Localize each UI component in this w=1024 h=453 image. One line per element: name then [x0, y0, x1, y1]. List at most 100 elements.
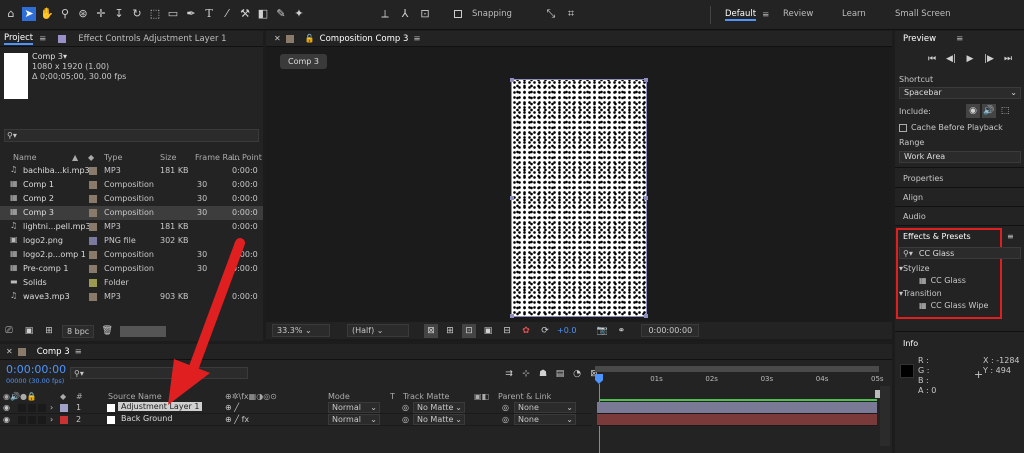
workspace-review[interactable]: Review: [783, 9, 813, 19]
hand-tool-icon[interactable]: ✋: [40, 7, 54, 21]
matte-link-icon[interactable]: ◎: [402, 415, 409, 424]
shy-layers-icon[interactable]: ☗: [536, 367, 550, 381]
label-column-icon[interactable]: ◆: [88, 153, 94, 162]
project-tab-menu[interactable]: ≡: [39, 34, 46, 44]
transparency-grid-icon[interactable]: ⊞: [443, 324, 457, 338]
handle-ml[interactable]: [510, 196, 514, 200]
selection-tool-icon[interactable]: ➤: [22, 7, 36, 21]
project-item[interactable]: ♫ bachiba...ki.mp3 MP3 181 KB 0:00:0: [0, 164, 263, 178]
project-tab[interactable]: Project: [4, 33, 34, 45]
fit-icon[interactable]: ⊠: [424, 323, 438, 338]
previous-frame-icon[interactable]: ◀|: [944, 52, 958, 66]
handle-tl[interactable]: [510, 78, 514, 82]
timeline-tab[interactable]: Comp 3: [37, 347, 70, 357]
project-item-label[interactable]: [89, 251, 97, 259]
close-tab-icon[interactable]: ✕: [274, 34, 281, 43]
draft-3d-icon[interactable]: ⊹: [519, 367, 533, 381]
effects-group-stylize[interactable]: ▾Stylize: [899, 264, 930, 273]
project-item-label[interactable]: [89, 209, 97, 217]
sort-icon[interactable]: ▲: [72, 153, 78, 162]
matte-link-icon[interactable]: ◎: [402, 403, 409, 412]
next-frame-icon[interactable]: |▶: [982, 52, 996, 66]
last-frame-icon[interactable]: ⏭: [1001, 52, 1015, 66]
col-source-name[interactable]: Source Name: [108, 392, 162, 401]
properties-panel-tab[interactable]: Properties: [903, 174, 943, 183]
effects-group-transition[interactable]: ▾Transition: [899, 289, 942, 298]
layer-row[interactable]: ◉ › 1 Adjustment Layer 1 ⊕ ╱ Normal ⌄ ◎ No Matt…: [0, 402, 592, 414]
eraser-tool-icon[interactable]: ◧: [256, 7, 270, 21]
project-item-label[interactable]: [89, 293, 97, 301]
effects-menu[interactable]: ≡: [1007, 232, 1014, 241]
interpret-footage-icon[interactable]: ⎚: [2, 324, 16, 338]
effect-cc-glass[interactable]: ▦ CC Glass: [919, 276, 966, 285]
include-video-icon[interactable]: ◉: [966, 104, 980, 118]
workspace-default[interactable]: Default: [725, 9, 757, 21]
snap-feature-icon[interactable]: ⌗: [564, 7, 578, 21]
parent-pickwhip-icon[interactable]: ◎: [502, 403, 509, 412]
handle-tr[interactable]: [644, 78, 648, 82]
project-item-label[interactable]: [89, 195, 97, 203]
timeline-timecode[interactable]: 0:00:00:00: [6, 363, 66, 376]
time-ruler[interactable]: 0s01s02s03s04s05s: [595, 362, 884, 398]
range-dropdown[interactable]: Work Area: [899, 151, 1021, 163]
bpc-button[interactable]: 8 bpc: [62, 324, 95, 338]
project-item[interactable]: ▦ Comp 3 Composition 30 0:00:0: [0, 206, 263, 220]
switch-box[interactable]: [28, 416, 36, 424]
effects-search-input[interactable]: ⚲▾ CC Glass: [899, 247, 1021, 259]
project-item-label[interactable]: [89, 167, 97, 175]
visibility-icon[interactable]: ◉: [3, 415, 10, 424]
cache-checkbox[interactable]: [899, 123, 907, 132]
switch-box[interactable]: [38, 416, 46, 424]
layer-switches[interactable]: ⊕ ╱ fx: [225, 415, 249, 424]
brush-tool-icon[interactable]: ⁄: [220, 7, 234, 21]
lock-icon[interactable]: 🔓: [305, 34, 315, 43]
pan-camera-icon[interactable]: ✛: [94, 7, 108, 21]
snap-option-icon[interactable]: ⤡: [544, 7, 558, 21]
play-icon[interactable]: ▶: [963, 52, 977, 66]
handle-mr[interactable]: [644, 196, 648, 200]
workspace-small-screen[interactable]: Small Screen: [895, 9, 951, 19]
project-search-input[interactable]: ⚲▾: [4, 129, 259, 142]
track-matte-dropdown[interactable]: No Matte ⌄: [413, 414, 465, 425]
motion-blur-icon[interactable]: ◔: [570, 367, 584, 381]
timeline-scrollbar[interactable]: [880, 386, 890, 446]
color-channels-icon[interactable]: ✿: [519, 324, 533, 338]
snapping-checkbox[interactable]: [454, 10, 462, 18]
expand-chevron-icon[interactable]: ›: [50, 403, 53, 412]
parent-dropdown[interactable]: None ⌄: [514, 414, 576, 425]
mask-path-icon[interactable]: ⊡: [462, 323, 476, 338]
dolly-camera-icon[interactable]: ↧: [112, 7, 126, 21]
view-options-icon[interactable]: ⊟: [500, 324, 514, 338]
project-item-label[interactable]: [89, 181, 97, 189]
switch-box[interactable]: [38, 404, 46, 412]
project-item-label[interactable]: [89, 237, 97, 245]
comp-flowchart-icon[interactable]: ⇉: [502, 367, 516, 381]
clone-stamp-icon[interactable]: ⚒: [238, 7, 252, 21]
layer-duration-bar[interactable]: [597, 414, 877, 426]
col-type[interactable]: Type: [104, 153, 122, 162]
roto-brush-icon[interactable]: ✎: [274, 7, 288, 21]
layer-label-color[interactable]: [60, 404, 68, 412]
world-axis-icon[interactable]: ⅄: [398, 7, 412, 21]
col-name[interactable]: Name: [13, 153, 37, 162]
switch-box[interactable]: [18, 404, 26, 412]
workspace-default-menu[interactable]: ≡: [762, 10, 769, 20]
layer-source-name[interactable]: Back Ground: [118, 414, 175, 423]
parent-dropdown[interactable]: None ⌄: [514, 402, 576, 413]
composition-tab[interactable]: Composition Comp 3: [320, 34, 409, 44]
snapshot-icon[interactable]: 📷: [595, 324, 609, 338]
first-frame-icon[interactable]: ⏮: [925, 52, 939, 66]
parent-pickwhip-icon[interactable]: ◎: [502, 415, 509, 424]
timeline-close-icon[interactable]: ✕: [6, 347, 13, 356]
switch-box[interactable]: [28, 404, 36, 412]
quality-dropdown[interactable]: (Half) ⌄: [347, 324, 409, 337]
layer-row[interactable]: ◉ › 2 Back Ground ⊕ ╱ fx Normal ⌄ ◎ No Matte ⌄ ◎ No…: [0, 414, 592, 426]
effect-controls-tab[interactable]: Effect Controls Adjustment Layer 1: [78, 34, 226, 44]
col-size[interactable]: Size: [160, 153, 176, 162]
puppet-pin-icon[interactable]: ✦: [292, 7, 306, 21]
col-in-point[interactable]: In Point: [232, 153, 262, 162]
preview-menu[interactable]: ≡: [956, 34, 963, 44]
layer-label-color[interactable]: [60, 416, 68, 424]
handle-bl[interactable]: [510, 314, 514, 318]
expand-chevron-icon[interactable]: ›: [50, 415, 53, 424]
